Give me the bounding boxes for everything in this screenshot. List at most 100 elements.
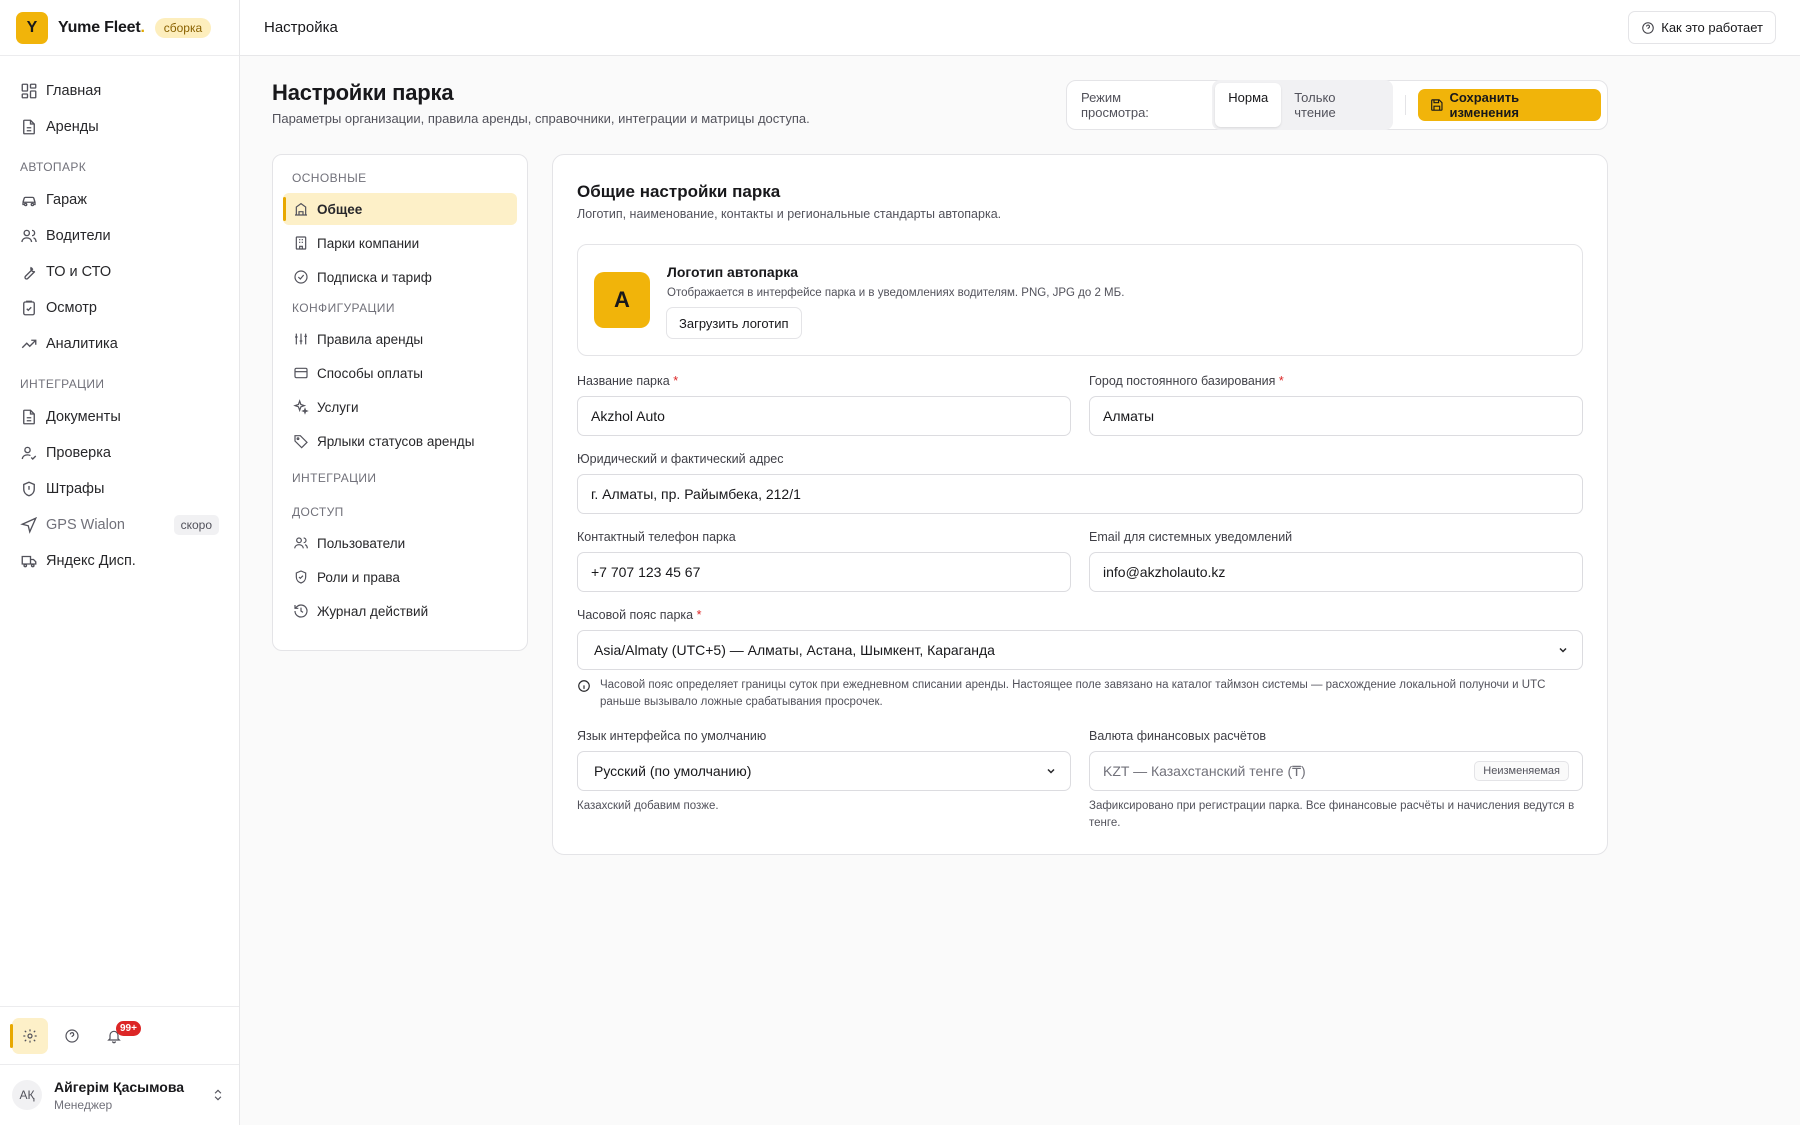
shield-check-icon (295, 570, 307, 584)
settings-item-general[interactable]: Общее (283, 193, 517, 225)
view-mode-panel: Режим просмотра: Норма Только чтение Сох… (1066, 80, 1608, 130)
section-subtitle: Логотип, наименование, контакты и регион… (577, 207, 1002, 221)
settings-nav: ОСНОВНЫЕ Общее Парки компании Подписка и… (272, 154, 528, 651)
email-field: Email для системных уведомлений info@akz… (1089, 530, 1583, 592)
nav-item-label: Гараж (46, 192, 87, 208)
nav-item-rentals[interactable]: Аренды (0, 109, 239, 145)
address-input[interactable]: г. Алматы, пр. Райымбека, 212/1 (577, 474, 1583, 514)
how-it-works-button[interactable]: Как это работает (1628, 11, 1776, 44)
nav-item-verification[interactable]: Проверка (0, 435, 239, 471)
car-icon (22, 196, 36, 207)
mode-normal-button[interactable]: Норма (1215, 83, 1282, 127)
document-icon (23, 119, 35, 135)
field-label: Язык интерфейса по умолчанию (577, 729, 767, 743)
settings-item-payment-methods[interactable]: Способы оплаты (283, 357, 517, 389)
field-label: Юридический и фактический адрес (577, 452, 784, 466)
timezone-hint-text: Часовой пояс определяет границы суток пр… (600, 679, 1546, 708)
mode-readonly-button[interactable]: Только чтение (1281, 83, 1390, 127)
timezone-hint: Часовой пояс определяет границы суток пр… (577, 677, 1583, 711)
page-subtitle: Параметры организации, правила аренды, с… (272, 111, 810, 126)
logo-title: Логотип автопарка (667, 264, 799, 280)
nav-item-label: Аренды (46, 119, 99, 135)
upload-logo-button[interactable]: Загрузить логотип (666, 307, 802, 339)
timezone-select[interactable]: Asia/Almaty (UTC+5) — Алматы, Астана, Шы… (577, 630, 1583, 670)
avatar: AҚ (12, 1080, 42, 1110)
soon-badge: скоро (173, 515, 219, 535)
settings-button[interactable] (10, 1017, 48, 1054)
settings-item-roles[interactable]: Роли и права (283, 561, 517, 593)
nav-item-label: Водители (46, 228, 111, 244)
field-label: Название парка * (577, 374, 679, 388)
nav-item-garage[interactable]: Гараж (0, 182, 239, 218)
nav-item-gps-wialon[interactable]: GPS Wialon скоро (0, 507, 239, 543)
settings-item-label: Услуги (317, 399, 359, 415)
brand-logo: Y (16, 11, 48, 44)
nav-item-inspection[interactable]: Осмотр (0, 290, 239, 326)
address-field: Юридический и фактический адрес г. Алмат… (577, 452, 1583, 514)
settings-item-label: Подписка и тариф (317, 269, 432, 285)
nav-item-analytics[interactable]: Аналитика (0, 326, 239, 362)
nav-item-fines[interactable]: Штрафы (0, 471, 239, 507)
nav-item-label: Штрафы (46, 481, 105, 497)
settings-item-status-labels[interactable]: Ярлыки статусов аренды (283, 425, 517, 457)
nav-item-documents[interactable]: Документы (0, 399, 239, 435)
settings-section-basic: ОСНОВНЫЕ (292, 171, 367, 185)
save-icon (1430, 99, 1443, 111)
field-label: Город постоянного базирования * (1089, 374, 1284, 388)
settings-item-label: Способы оплаты (317, 365, 423, 381)
nav-section-fleet: АВТОПАРК (20, 160, 87, 174)
nav-section-integrations: ИНТЕГРАЦИИ (20, 377, 105, 391)
settings-item-rental-rules[interactable]: Правила аренды (283, 323, 517, 355)
logo-panel: A Логотип автопарка Отображается в интер… (577, 244, 1583, 356)
language-select[interactable]: Русский (по умолчанию) (577, 751, 1071, 791)
settings-section-config: КОНФИГУРАЦИИ (292, 301, 395, 315)
notifications-button[interactable]: 99+ (96, 1018, 141, 1054)
check-circle-icon (294, 270, 308, 284)
help-button[interactable] (54, 1018, 90, 1054)
dashboard-icon (21, 83, 37, 99)
document-icon (23, 409, 35, 425)
help-circle-icon (65, 1028, 79, 1043)
settings-item-label: Роли и права (317, 569, 400, 585)
settings-section-integrations: ИНТЕГРАЦИИ (292, 471, 377, 485)
email-input[interactable]: info@akzholauto.kz (1089, 552, 1583, 592)
nav-item-label: Главная (46, 83, 102, 99)
view-mode-label: Режим просмотра: (1081, 90, 1149, 120)
settings-item-services[interactable]: Услуги (283, 391, 517, 423)
save-changes-label: Сохранить изменения (1449, 90, 1520, 120)
currency-field: Валюта финансовых расчётов KZT — Казахст… (1089, 729, 1583, 791)
save-changes-button[interactable]: Сохранить изменения (1417, 89, 1602, 121)
nav-item-service[interactable]: ТО и СТО (0, 254, 239, 290)
park-name-input[interactable]: Akzhol Auto (577, 396, 1071, 436)
user-role: Менеджер (54, 1097, 113, 1112)
nav-item-drivers[interactable]: Водители (0, 218, 239, 254)
field-label: Валюта финансовых расчётов (1089, 729, 1267, 743)
help-circle-icon (1642, 21, 1655, 34)
language-value: Русский (по умолчанию) (594, 763, 752, 779)
phone-input[interactable]: +7 707 123 45 67 (577, 552, 1071, 592)
user-info: Айгерім Қасымова Менеджер (54, 1079, 184, 1112)
page-title: Настройки парка (272, 80, 454, 105)
settings-section-access: ДОСТУП (292, 505, 344, 519)
settings-item-subscription[interactable]: Подписка и тариф (283, 261, 517, 293)
settings-item-parks[interactable]: Парки компании (283, 227, 517, 259)
language-hint: Казахский добавим позже. (577, 800, 719, 812)
topbar: Настройка Как это работает (240, 0, 1800, 56)
user-menu[interactable]: AҚ Айгерім Қасымова Менеджер (0, 1064, 239, 1125)
main-nav: Главная Аренды АВТОПАРК Гараж Водители Т… (0, 56, 239, 579)
phone-field: Контактный телефон парка +7 707 123 45 6… (577, 530, 1071, 592)
brand[interactable]: Y Yume Fleet. сборка (0, 0, 239, 56)
city-field: Город постоянного базирования * Алматы (1089, 374, 1583, 436)
nav-item-yandex[interactable]: Яндекс Дисп. (0, 543, 239, 579)
fleet-logo-preview: A (594, 272, 650, 328)
nav-item-label: Осмотр (46, 300, 97, 316)
settings-item-audit-log[interactable]: Журнал действий (283, 595, 517, 627)
users-icon (294, 537, 308, 549)
settings-item-users[interactable]: Пользователи (283, 527, 517, 559)
building-icon (295, 202, 307, 216)
settings-item-label: Пользователи (317, 535, 406, 551)
city-input[interactable]: Алматы (1089, 396, 1583, 436)
user-check-icon (21, 446, 37, 460)
nav-item-home[interactable]: Главная (0, 73, 239, 109)
settings-item-label: Правила аренды (317, 331, 424, 347)
